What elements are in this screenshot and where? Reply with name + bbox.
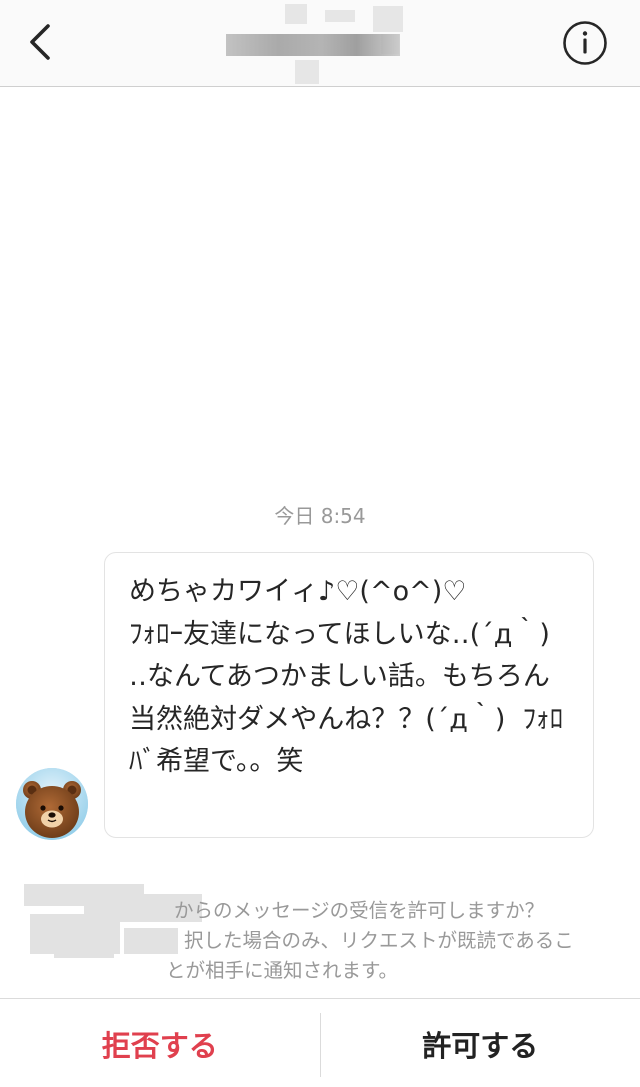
- back-button[interactable]: [18, 18, 62, 66]
- message-timestamp: 今日 8:54: [274, 504, 366, 528]
- accept-button[interactable]: 許可する: [321, 999, 640, 1087]
- info-button[interactable]: [558, 16, 612, 70]
- request-prompt-line-2: 択した場合のみ、リクエストが既読であるこ: [184, 929, 574, 952]
- request-prompt-line-1: からのメッセージの受信を許可しますか？: [174, 899, 545, 922]
- request-actions: 拒否する 許可する: [0, 998, 640, 1087]
- header-bar: [0, 0, 640, 87]
- request-prompt-line-3: とが相手に通知されます。: [166, 959, 399, 982]
- decline-button[interactable]: 拒否する: [0, 999, 320, 1087]
- info-circle-icon: [563, 21, 607, 65]
- sender-avatar[interactable]: [16, 768, 88, 840]
- message-bubble[interactable]: めちゃカワイィ♪♡(^o^)♡ ﾌｫﾛｰ友達になってほしいな‥(´д｀) ‥なん…: [104, 552, 594, 838]
- chevron-left-icon: [30, 24, 50, 60]
- dm-request-screen: 今日 8:54 めちゃカワイィ♪♡(^o^)♡ ﾌｫﾛｰ友達になってほしいな‥(…: [0, 0, 640, 1087]
- username-title-blurred[interactable]: [226, 34, 400, 56]
- brown-bear-avatar-icon: [16, 768, 88, 840]
- message-request-prompt: からのメッセージの受信を許可しますか？ 択した場合のみ、リクエストが既読であるこ…: [166, 896, 618, 986]
